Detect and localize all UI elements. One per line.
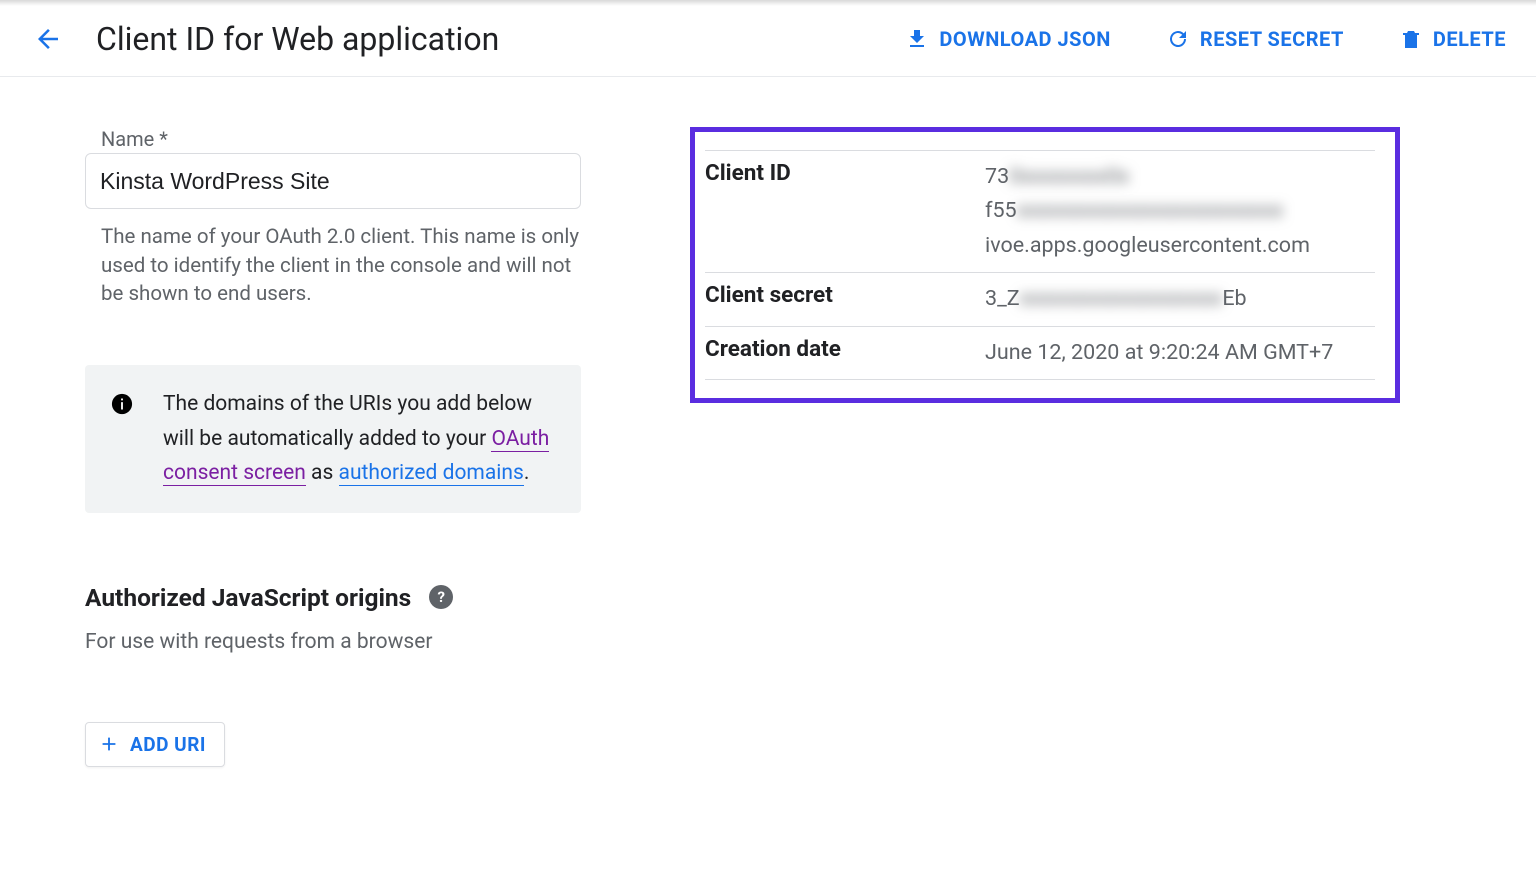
js-origins-heading: Authorized JavaScript origins <box>85 583 411 612</box>
reset-secret-label: RESET SECRET <box>1200 27 1344 51</box>
client-secret-redacted: xxxxxxxxxxxxxxxxxxx <box>1020 282 1223 316</box>
content-area: Name * The name of your OAuth 2.0 client… <box>0 77 1536 767</box>
name-field-label: Name * <box>85 127 625 151</box>
page-header: Client ID for Web application DOWNLOAD J… <box>0 6 1536 77</box>
arrow-left-icon <box>33 24 63 54</box>
client-id-prefix2: f55 <box>985 198 1017 223</box>
client-id-redacted-2: xxxxxxxxxxxxxxxxxxxxxxxxx <box>1017 194 1284 228</box>
js-origins-subtitle: For use with requests from a browser <box>85 630 625 654</box>
plus-icon <box>98 733 120 755</box>
add-uri-button[interactable]: ADD URI <box>85 722 225 767</box>
creation-date-value: June 12, 2020 at 9:20:24 AM GMT+7 <box>985 336 1333 370</box>
reset-secret-button[interactable]: RESET SECRET <box>1166 27 1344 51</box>
creation-date-row: Creation date June 12, 2020 at 9:20:24 A… <box>705 327 1375 380</box>
client-id-value: 730xxxxxxxx0x f55xxxxxxxxxxxxxxxxxxxxxxx… <box>985 160 1375 263</box>
trash-icon <box>1399 27 1423 51</box>
credentials-highlight-box: Client ID 730xxxxxxxx0x f55xxxxxxxxxxxxx… <box>690 127 1400 403</box>
info-text: The domains of the URIs you add below wi… <box>163 387 555 491</box>
client-id-suffix: ivoe.apps.googleusercontent.com <box>985 233 1310 258</box>
client-secret-suffix: Eb <box>1222 286 1246 311</box>
client-id-label: Client ID <box>705 160 985 263</box>
refresh-icon <box>1166 27 1190 51</box>
left-column: Name * The name of your OAuth 2.0 client… <box>85 127 625 767</box>
info-callout: The domains of the URIs you add below wi… <box>85 365 581 513</box>
download-json-label: DOWNLOAD JSON <box>939 27 1110 51</box>
info-text-suffix: . <box>524 461 530 485</box>
client-id-redacted: 0xxxxxxxx0x <box>1009 160 1129 194</box>
creation-date-label: Creation date <box>705 336 985 370</box>
name-input[interactable] <box>85 153 581 209</box>
download-icon <box>905 27 929 51</box>
info-text-prefix: The domains of the URIs you add below wi… <box>163 392 532 451</box>
js-origins-heading-row: Authorized JavaScript origins ? <box>85 583 625 612</box>
client-secret-row: Client secret 3_ZxxxxxxxxxxxxxxxxxxxEb <box>705 273 1375 326</box>
info-text-mid: as <box>306 461 339 485</box>
right-column: Client ID 730xxxxxxxx0x f55xxxxxxxxxxxxx… <box>690 127 1400 767</box>
delete-label: DELETE <box>1433 27 1506 51</box>
page-title: Client ID for Web application <box>96 20 499 58</box>
delete-button[interactable]: DELETE <box>1399 27 1506 51</box>
authorized-domains-link[interactable]: authorized domains <box>339 461 524 486</box>
client-id-row: Client ID 730xxxxxxxx0x f55xxxxxxxxxxxxx… <box>705 150 1375 273</box>
info-icon <box>111 393 133 419</box>
help-icon[interactable]: ? <box>429 585 453 609</box>
client-secret-label: Client secret <box>705 282 985 316</box>
download-json-button[interactable]: DOWNLOAD JSON <box>905 27 1110 51</box>
name-helper-text: The name of your OAuth 2.0 client. This … <box>85 209 605 309</box>
add-uri-label: ADD URI <box>130 733 206 756</box>
client-secret-prefix: 3_Z <box>985 286 1020 311</box>
client-secret-value: 3_ZxxxxxxxxxxxxxxxxxxxEb <box>985 282 1247 316</box>
client-id-prefix: 73 <box>985 164 1009 189</box>
back-button[interactable] <box>30 21 66 57</box>
credentials-table: Client ID 730xxxxxxxx0x f55xxxxxxxxxxxxx… <box>705 150 1375 380</box>
